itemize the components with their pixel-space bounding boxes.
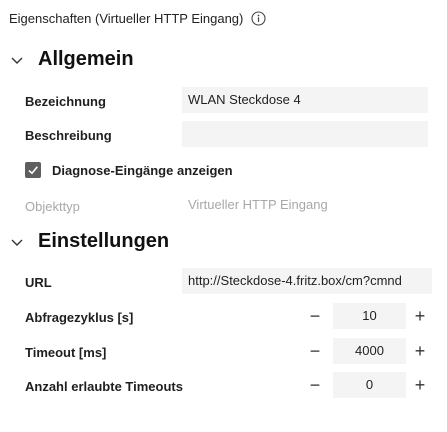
section-settings-title: Einstellungen [38, 230, 170, 252]
allowed-timeouts-label: Anzahl erlaubte Timeouts [25, 379, 183, 394]
name-label: Bezeichnung [25, 94, 106, 109]
timeout-increment-button[interactable]: + [408, 339, 432, 363]
info-icon[interactable] [251, 11, 266, 26]
url-field[interactable]: http://Steckdose-4.fritz.box/cm?cmnd [182, 268, 432, 294]
allowed-timeouts-input[interactable]: 0 [333, 372, 406, 398]
object-type-label: Objekttyp [25, 199, 80, 214]
allowed-timeouts-increment-button[interactable]: + [408, 373, 432, 397]
timeout-decrement-button[interactable]: − [303, 339, 327, 363]
diagnose-checkbox[interactable] [25, 162, 41, 178]
diagnose-label: Diagnose-Eingänge anzeigen [52, 163, 233, 178]
allowed-timeouts-decrement-button[interactable]: − [303, 373, 327, 397]
section-general-title: Allgemein [38, 48, 134, 70]
name-field[interactable]: WLAN Steckdose 4 [182, 87, 428, 113]
poll-interval-input[interactable]: 10 [333, 303, 406, 329]
chevron-down-icon[interactable] [10, 237, 24, 247]
poll-interval-increment-button[interactable]: + [408, 304, 432, 328]
checkmark-icon [28, 166, 38, 175]
poll-interval-label: Abfragezyklus [s] [25, 310, 134, 325]
description-label: Beschreibung [25, 128, 112, 143]
section-settings-header[interactable]: Einstellungen [10, 230, 169, 253]
object-type-value: Virtueller HTTP Eingang [188, 197, 328, 212]
panel-title: Eigenschaften (Virtueller HTTP Eingang) [9, 11, 266, 26]
panel-title-text: Eigenschaften (Virtueller HTTP Eingang) [9, 11, 244, 26]
timeout-input[interactable]: 4000 [333, 338, 406, 364]
description-field[interactable] [182, 121, 428, 147]
section-general-header[interactable]: Allgemein [10, 48, 134, 71]
timeout-label: Timeout [ms] [25, 345, 107, 360]
poll-interval-decrement-button[interactable]: − [303, 304, 327, 328]
chevron-down-icon[interactable] [10, 55, 24, 65]
url-label: URL [25, 275, 52, 290]
